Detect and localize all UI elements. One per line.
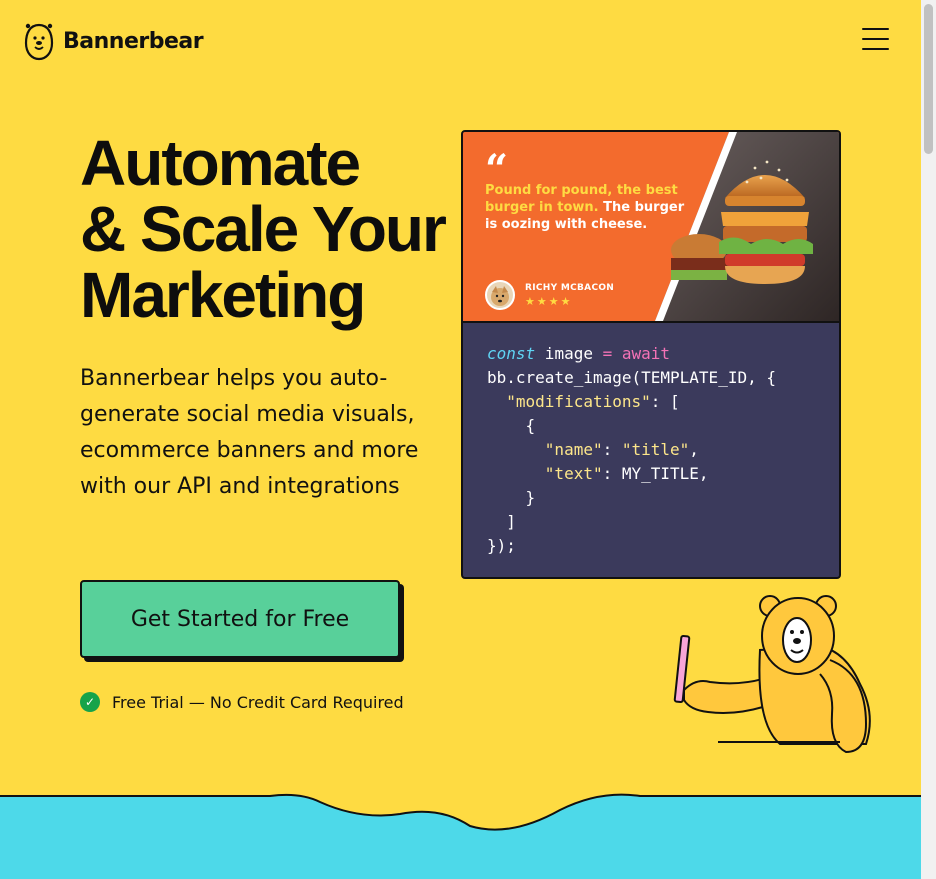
scrollbar-thumb[interactable]	[924, 4, 933, 154]
free-trial-note: ✓ Free Trial — No Credit Card Required	[80, 692, 404, 712]
bear-logo-icon	[24, 23, 54, 61]
code-token: : [	[650, 392, 680, 411]
code-snippet: const image = await bb.create_image(TEMP…	[487, 344, 776, 555]
section-divider-wave	[0, 793, 921, 879]
author-name: RICHY MCBACON	[525, 283, 615, 293]
code-token: const	[487, 344, 536, 363]
code-token: MY_TITLE	[621, 464, 699, 483]
author-avatar	[485, 280, 515, 310]
free-trial-text: Free Trial — No Credit Card Required	[112, 692, 404, 712]
hero-description: Bannerbear helps you auto-generate socia…	[80, 366, 419, 499]
code-token: =	[602, 344, 613, 363]
brand-logo[interactable]: Bannerbear	[24, 21, 204, 61]
testimonial-quote: Pound for pound, the best burger in town…	[485, 182, 685, 233]
hero-title-line: Automate	[80, 127, 361, 199]
hamburger-menu-icon[interactable]	[862, 28, 890, 52]
code-token: await	[612, 344, 671, 363]
star-rating: ★★★★	[525, 295, 573, 308]
code-token: image	[535, 344, 603, 363]
api-preview-card: “ Pound for pound, the best burger in to…	[461, 130, 841, 579]
site-header: Bannerbear	[0, 0, 921, 80]
code-token: bb.create_image(TEMPLATE_ID, {	[487, 368, 776, 387]
code-token: ]	[506, 512, 516, 531]
hero-title-line: & Scale Your	[80, 193, 447, 265]
bear-mascot-illustration	[673, 595, 871, 754]
code-token: "name"	[544, 440, 603, 459]
code-token: "title"	[621, 440, 690, 459]
code-token: "text"	[544, 464, 603, 483]
check-circle-icon: ✓	[80, 692, 100, 712]
brand-name: Bannerbear	[63, 28, 204, 54]
code-token: "modifications"	[506, 392, 651, 411]
get-started-button[interactable]: Get Started for Free	[80, 580, 400, 658]
code-token: });	[487, 536, 516, 555]
code-token: }	[525, 488, 536, 507]
hero-title: Automate & Scale Your Marketing	[80, 127, 447, 331]
code-token: {	[525, 416, 536, 435]
hero-title-line: Marketing	[80, 259, 366, 331]
generated-banner-image: “ Pound for pound, the best burger in to…	[463, 132, 839, 323]
